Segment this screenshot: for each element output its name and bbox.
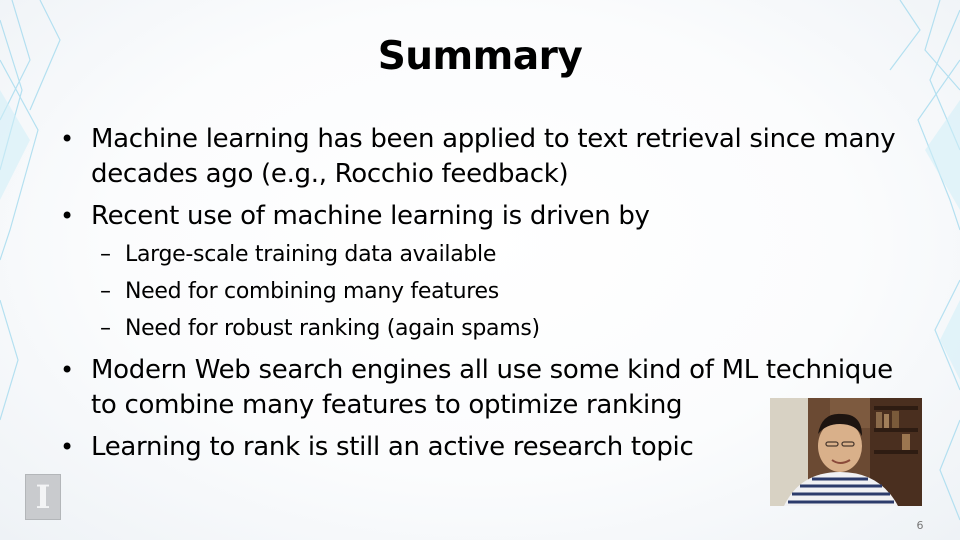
dash-icon: – (100, 279, 111, 304)
sub-bullet-item: – Need for robust ranking (again spams) (100, 310, 940, 347)
dash-icon: – (100, 316, 111, 341)
presenter-video-thumbnail[interactable] (770, 398, 922, 506)
sub-bullet-text: Large-scale training data available (125, 242, 497, 267)
slide-title: Summary (377, 34, 583, 79)
presenter-image (770, 398, 922, 506)
slide: Summary • Machine learning has been appl… (0, 0, 960, 540)
bullet-item: • Recent use of machine learning is driv… (60, 199, 940, 234)
university-logo-icon: I (25, 474, 61, 520)
dash-icon: – (100, 242, 111, 267)
bullet-text-line: decades ago (e.g., Rocchio feedback) (91, 159, 569, 189)
bullet-text-line: Modern Web search engines all use some k… (91, 355, 893, 385)
sub-bullet-list: – Large-scale training data available – … (100, 236, 940, 347)
sub-bullet-text: Need for robust ranking (again spams) (125, 316, 540, 341)
bullet-icon: • (60, 433, 74, 461)
bullet-icon: • (60, 356, 74, 384)
bullet-text-line: Machine learning has been applied to tex… (91, 124, 896, 154)
bullet-text-line: Recent use of machine learning is driven… (91, 201, 650, 231)
bullet-icon: • (60, 125, 74, 153)
sub-bullet-item: – Need for combining many features (100, 273, 940, 310)
sub-bullet-text: Need for combining many features (125, 279, 499, 304)
bullet-icon: • (60, 202, 74, 230)
sub-bullet-item: – Large-scale training data available (100, 236, 940, 273)
logo-glyph: I (35, 478, 51, 516)
page-number: 6 (916, 519, 924, 532)
bullet-item: • Machine learning has been applied to t… (60, 122, 940, 192)
